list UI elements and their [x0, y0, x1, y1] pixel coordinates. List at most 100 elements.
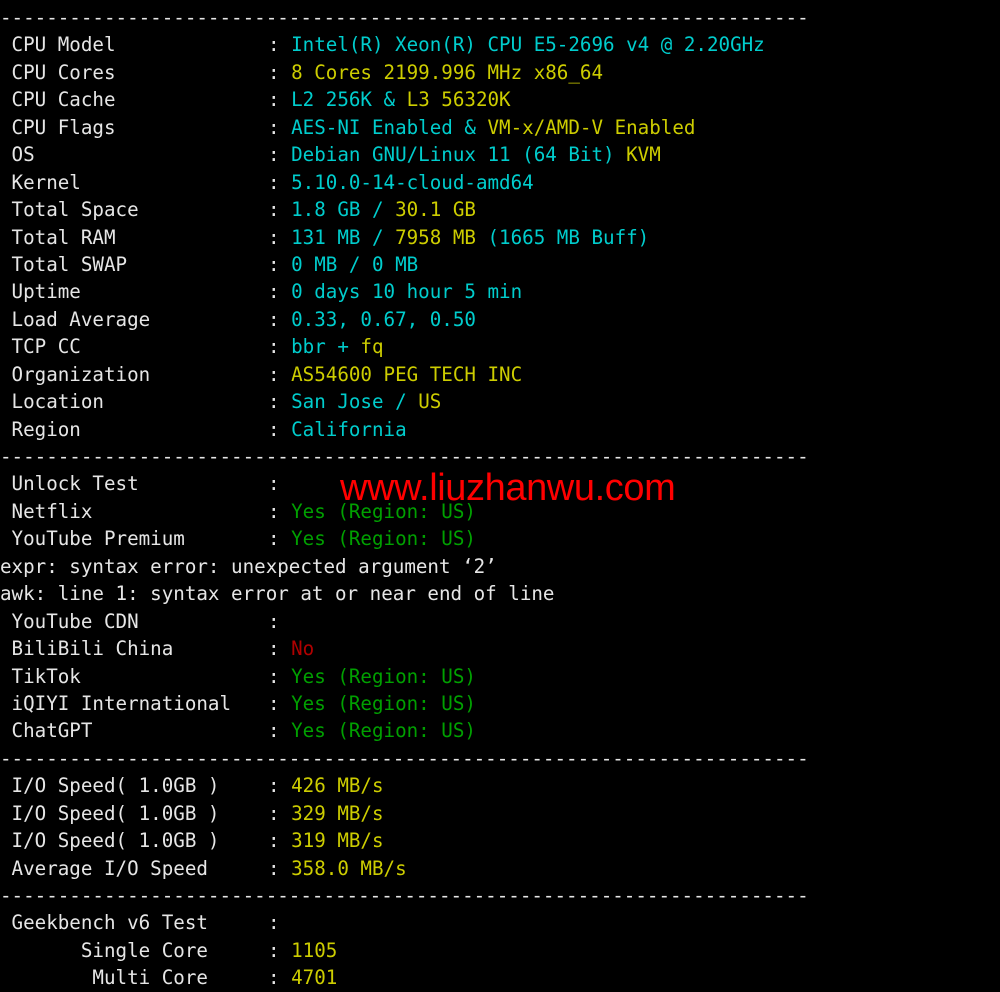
row-separator-colon: :	[268, 198, 292, 222]
section-unlock-test-continued: YouTube CDN: BiliBili China: No TikTok: …	[0, 608, 1000, 745]
output-row: I/O Speed( 1.0GB ): 329 MB/s	[0, 800, 1000, 827]
row-value: 4701	[291, 966, 338, 990]
row-label: Organization	[0, 362, 151, 386]
row-separator-colon: :	[268, 143, 292, 167]
output-row: TCP CC: bbr + fq	[0, 333, 1000, 360]
row-label: TikTok	[0, 664, 81, 688]
row-value: Yes (Region: US)	[291, 664, 476, 688]
output-row: Single Core: 1105	[0, 937, 1000, 964]
separator-top: ----------------------------------------…	[0, 6, 809, 29]
row-separator-colon: :	[268, 170, 292, 194]
row-separator-colon: :	[268, 966, 292, 990]
row-separator-colon: :	[268, 362, 292, 386]
row-separator-colon: :	[268, 719, 292, 743]
row-label: YouTube CDN	[0, 609, 139, 633]
row-value: fq	[360, 335, 384, 359]
row-separator-colon: :	[268, 691, 292, 715]
row-label: Netflix	[0, 499, 93, 523]
row-label: CPU Cores	[0, 60, 116, 84]
row-label: Total RAM	[0, 225, 116, 249]
row-separator-colon: :	[268, 225, 292, 249]
output-row: CPU Cores: 8 Cores 2199.996 MHz x86_64	[0, 59, 1000, 86]
output-row: TikTok: Yes (Region: US)	[0, 663, 1000, 690]
row-separator-colon: :	[268, 637, 292, 661]
row-separator-colon: :	[268, 88, 292, 112]
row-value: AES-NI Enabled &	[291, 115, 488, 139]
row-separator-colon: :	[268, 390, 292, 414]
row-value: (1665 MB Buff)	[487, 225, 650, 249]
row-separator-colon: :	[268, 252, 292, 276]
separator-after-system-info: ----------------------------------------…	[0, 445, 809, 468]
output-row: Total RAM: 131 MB / 7958 MB (1665 MB Buf…	[0, 224, 1000, 251]
row-value: 358.0 MB/s	[291, 856, 407, 880]
row-value: L3 56320K	[406, 88, 511, 112]
row-value: 8 Cores 2199.996 MHz x86_64	[291, 60, 604, 84]
row-value: 30.1 GB	[395, 198, 476, 222]
row-separator-colon: :	[268, 335, 292, 359]
row-value: 131 MB /	[291, 225, 396, 249]
section-system-info: CPU Model: Intel(R) Xeon(R) CPU E5-2696 …	[0, 31, 1000, 443]
separator-after-io-speed: ----------------------------------------…	[0, 884, 809, 907]
row-separator-colon: :	[268, 60, 292, 84]
row-label: Average I/O Speed	[0, 856, 208, 880]
row-separator-colon: :	[268, 472, 280, 496]
row-label: Geekbench v6 Test	[0, 911, 208, 935]
output-row: Location: San Jose / US	[0, 388, 1000, 415]
row-label: Multi Core	[0, 966, 208, 990]
row-value: California	[291, 417, 407, 441]
output-row: Region: California	[0, 416, 1000, 443]
row-label: Total SWAP	[0, 252, 128, 276]
output-row: OS: Debian GNU/Linux 11 (64 Bit) KVM	[0, 141, 1000, 168]
row-value: 329 MB/s	[291, 801, 384, 825]
row-label: ChatGPT	[0, 719, 93, 743]
row-value: Yes (Region: US)	[291, 691, 476, 715]
error-line: expr: syntax error: unexpected argument …	[0, 554, 497, 578]
row-value: AS54600 PEG TECH INC	[291, 362, 523, 386]
row-label: Kernel	[0, 170, 81, 194]
row-value: No	[291, 637, 315, 661]
output-row: Unlock Test:	[0, 470, 1000, 497]
row-separator-colon: :	[268, 664, 292, 688]
row-separator-colon: :	[268, 527, 292, 551]
row-separator-colon: :	[268, 417, 292, 441]
row-separator-colon: :	[268, 774, 292, 798]
row-label: YouTube Premium	[0, 527, 185, 551]
row-value: 0 MB / 0 MB	[291, 252, 419, 276]
row-value: 0.33, 0.67, 0.50	[291, 307, 476, 331]
row-value: 319 MB/s	[291, 829, 384, 853]
row-value: 1105	[291, 938, 338, 962]
row-label: CPU Flags	[0, 115, 116, 139]
row-separator-colon: :	[268, 609, 280, 633]
row-label: Unlock Test	[0, 472, 139, 496]
row-separator-colon: :	[268, 801, 292, 825]
row-value: 0 days 10 hour 5 min	[291, 280, 523, 304]
section-io-speed: I/O Speed( 1.0GB ): 426 MB/s I/O Speed( …	[0, 772, 1000, 882]
row-value: VM-x/AMD-V Enabled	[487, 115, 696, 139]
output-row: Netflix: Yes (Region: US)	[0, 498, 1000, 525]
row-label: I/O Speed( 1.0GB )	[0, 801, 220, 825]
row-label: I/O Speed( 1.0GB )	[0, 829, 220, 853]
row-value: 426 MB/s	[291, 774, 384, 798]
row-separator-colon: :	[268, 829, 292, 853]
output-row: iQIYI International: Yes (Region: US)	[0, 690, 1000, 717]
row-separator-colon: :	[268, 911, 280, 935]
error-line: awk: line 1: syntax error at or near end…	[0, 582, 555, 606]
output-row: I/O Speed( 1.0GB ): 426 MB/s	[0, 772, 1000, 799]
row-separator-colon: :	[268, 115, 292, 139]
row-value: KVM	[626, 143, 661, 167]
row-label: CPU Cache	[0, 88, 116, 112]
output-row: CPU Flags: AES-NI Enabled & VM-x/AMD-V E…	[0, 114, 1000, 141]
output-row: Average I/O Speed: 358.0 MB/s	[0, 855, 1000, 882]
row-value: 1.8 GB /	[291, 198, 396, 222]
section-unlock-test: Unlock Test: Netflix: Yes (Region: US) Y…	[0, 470, 1000, 552]
section-geekbench: Geekbench v6 Test: Single Core: 1105 Mul…	[0, 909, 1000, 991]
row-value: Intel(R) Xeon(R) CPU E5-2696 v4 @ 2.20GH…	[291, 33, 765, 57]
output-row: CPU Cache: L2 256K & L3 56320K	[0, 86, 1000, 113]
row-label: Single Core	[0, 938, 208, 962]
output-row: Kernel: 5.10.0-14-cloud-amd64	[0, 169, 1000, 196]
row-label: Total Space	[0, 198, 139, 222]
separator-after-unlock-test: ----------------------------------------…	[0, 746, 809, 770]
output-row: I/O Speed( 1.0GB ): 319 MB/s	[0, 827, 1000, 854]
row-value: bbr +	[291, 335, 361, 359]
output-row: BiliBili China: No	[0, 635, 1000, 662]
